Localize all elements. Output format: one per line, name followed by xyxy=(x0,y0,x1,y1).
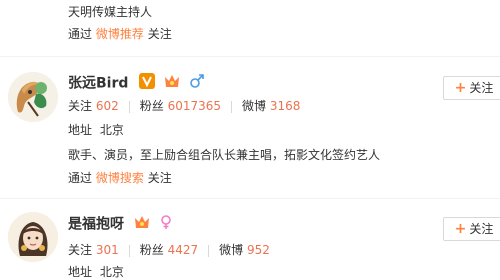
follow-button[interactable]: + 关注 xyxy=(443,217,500,241)
follow-button-label: 关注 xyxy=(469,81,494,95)
location-label: 地址 xyxy=(68,265,93,279)
avatar[interactable] xyxy=(8,212,58,262)
user-location: 地址 北京 xyxy=(68,123,124,137)
user-stats: 关注 602 粉丝 6017365 微博 3168 xyxy=(68,99,300,113)
top-entry-bio: 天明传媒主持人 xyxy=(68,5,153,19)
location-value: 北京 xyxy=(99,123,124,137)
stat-posts[interactable]: 微博 952 xyxy=(219,243,270,257)
avatar-illustration-icon xyxy=(8,212,58,262)
female-gender-icon xyxy=(159,214,173,235)
stat-followers[interactable]: 粉丝 4427 xyxy=(140,243,198,257)
stat-following[interactable]: 关注 301 xyxy=(68,243,119,257)
divider xyxy=(0,198,500,199)
user-name-text[interactable]: 张远Bird xyxy=(68,76,128,92)
verified-v-icon xyxy=(139,73,156,94)
plus-icon: + xyxy=(454,80,467,96)
stat-following[interactable]: 关注 602 xyxy=(68,99,119,113)
via-suffix: 关注 xyxy=(147,27,172,41)
top-entry-via: 通过 微博推荐 关注 xyxy=(68,27,172,41)
avatar-illustration-icon xyxy=(8,72,58,122)
user-bio: 歌手、演员，至上励合组合队长兼主唱，拓影文化签约艺人 xyxy=(68,148,381,162)
vip-badge-icon xyxy=(163,73,181,94)
follow-button[interactable]: + 关注 xyxy=(443,76,500,100)
stat-separator xyxy=(128,100,130,113)
male-gender-icon xyxy=(189,73,205,94)
via-suffix: 关注 xyxy=(147,171,172,185)
stat-posts[interactable]: 微博 3168 xyxy=(242,99,300,113)
user-name[interactable]: 张远Bird xyxy=(68,73,205,94)
stat-separator xyxy=(208,244,210,257)
via-prefix: 通过 xyxy=(68,171,93,185)
location-value: 北京 xyxy=(99,265,124,279)
location-label: 地址 xyxy=(68,123,93,137)
stat-followers[interactable]: 粉丝 6017365 xyxy=(140,99,221,113)
user-name-text[interactable]: 是福抱呀 xyxy=(68,217,124,233)
user-location: 地址 北京 xyxy=(68,265,124,279)
vip-badge-icon xyxy=(133,214,151,235)
via-prefix: 通过 xyxy=(68,27,93,41)
divider xyxy=(0,56,500,57)
plus-icon: + xyxy=(454,221,467,237)
stat-separator xyxy=(128,244,130,257)
user-via: 通过 微博搜索 关注 xyxy=(68,171,172,185)
avatar[interactable] xyxy=(8,72,58,122)
stat-separator xyxy=(231,100,233,113)
via-source-link[interactable]: 微博推荐 xyxy=(96,27,144,41)
user-stats: 关注 301 粉丝 4427 微博 952 xyxy=(68,243,270,257)
follow-button-label: 关注 xyxy=(469,222,494,236)
user-name[interactable]: 是福抱呀 xyxy=(68,214,173,235)
via-source-link[interactable]: 微博搜索 xyxy=(96,171,144,185)
